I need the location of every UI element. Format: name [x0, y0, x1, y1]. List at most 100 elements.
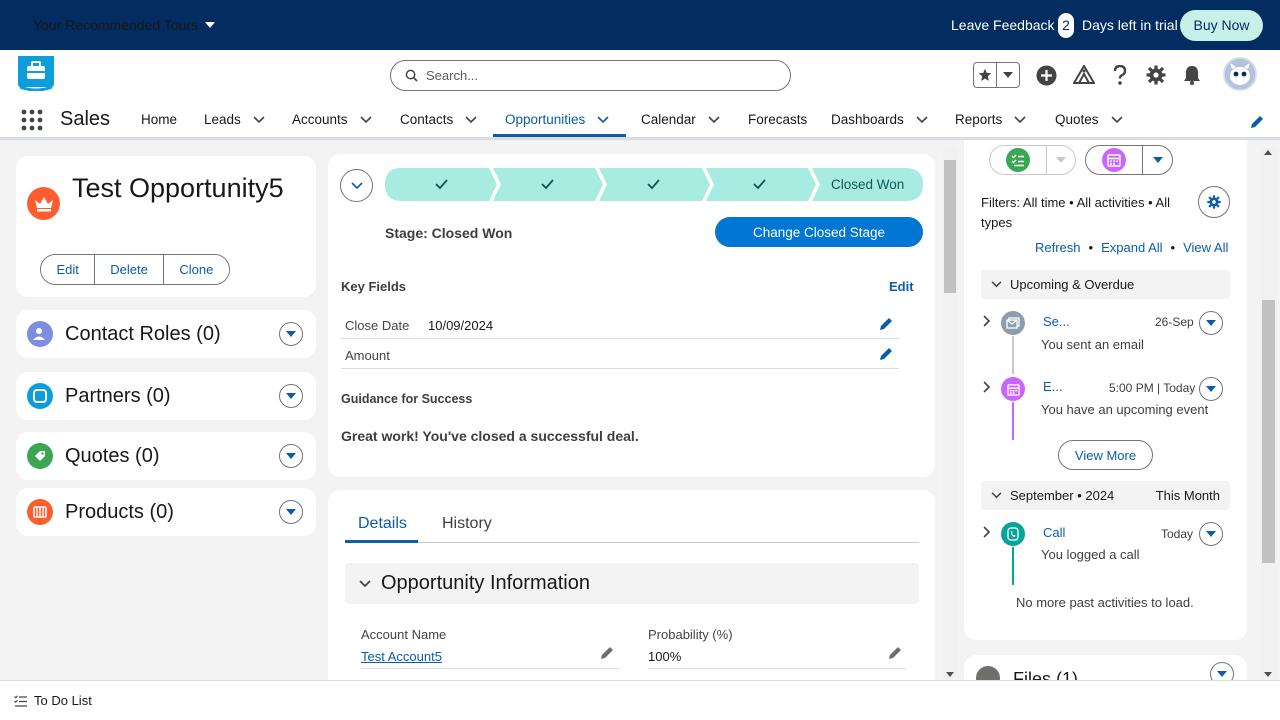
- chevron-down-icon[interactable]: [279, 500, 303, 524]
- search-placeholder: Search...: [426, 68, 479, 83]
- trial-days-count: 2: [1058, 13, 1074, 38]
- new-task-icon[interactable]: [990, 146, 1046, 174]
- todo-list-utility[interactable]: To Do List: [14, 693, 92, 708]
- edit-pencil-icon[interactable]: [879, 347, 893, 361]
- buy-now-button[interactable]: Buy Now: [1180, 10, 1263, 41]
- utility-bar: [0, 680, 1280, 720]
- nav-item-leads[interactable]: Leads: [204, 112, 265, 127]
- user-avatar[interactable]: [1223, 57, 1257, 91]
- clone-button[interactable]: Clone: [162, 255, 229, 284]
- path-step-1[interactable]: [385, 168, 497, 201]
- tab-details[interactable]: Details: [358, 515, 407, 533]
- new-task-button-group[interactable]: [989, 145, 1076, 175]
- chevron-down-icon[interactable]: [1014, 115, 1026, 124]
- opportunity-crown-icon: [27, 187, 60, 220]
- chevron-down-icon[interactable]: [359, 115, 372, 124]
- key-fields-edit-link[interactable]: Edit: [889, 279, 914, 294]
- refresh-link[interactable]: Refresh: [1035, 240, 1081, 255]
- nav-label: Leads: [204, 112, 241, 127]
- activity-title-link[interactable]: Call: [1043, 525, 1065, 540]
- chevron-down-icon[interactable]: [1199, 377, 1223, 401]
- section-header-opportunity-information[interactable]: Opportunity Information: [345, 563, 919, 604]
- add-icon[interactable]: [1035, 64, 1057, 86]
- chevron-down-icon[interactable]: [279, 384, 303, 408]
- account-name-link[interactable]: Test Account5: [361, 649, 442, 664]
- chevron-down-icon[interactable]: [991, 492, 1002, 499]
- separator-dot: •: [1170, 240, 1176, 255]
- upcoming-overdue-section[interactable]: Upcoming & Overdue: [981, 270, 1230, 299]
- related-list-title[interactable]: Partners (0): [65, 385, 171, 408]
- chevron-down-icon[interactable]: [253, 115, 265, 124]
- help-icon[interactable]: [1109, 64, 1131, 86]
- leave-feedback-link[interactable]: Leave Feedback: [951, 17, 1055, 33]
- trailhead-icon[interactable]: [1073, 64, 1095, 86]
- tab-history[interactable]: History: [442, 515, 492, 533]
- chevron-down-icon[interactable]: [359, 579, 371, 588]
- new-event-button-group[interactable]: [1085, 145, 1173, 175]
- chevron-right-icon[interactable]: [983, 526, 991, 538]
- activity-title-link[interactable]: E...: [1043, 379, 1063, 394]
- related-list-title[interactable]: Contact Roles (0): [65, 323, 221, 346]
- favorites-button-group[interactable]: [973, 62, 1020, 88]
- setup-gear-icon[interactable]: [1145, 64, 1167, 86]
- month-section[interactable]: September • 2024 This Month: [981, 481, 1230, 510]
- chevron-down-icon[interactable]: [1110, 115, 1123, 124]
- change-closed-stage-button[interactable]: Change Closed Stage: [715, 217, 923, 247]
- chevron-down-icon[interactable]: [1199, 522, 1223, 546]
- related-list-title[interactable]: Products (0): [65, 501, 174, 524]
- chevron-down-icon[interactable]: [708, 115, 720, 124]
- scroll-down-arrow[interactable]: [1264, 672, 1272, 677]
- filter-settings-gear-icon[interactable]: [1198, 186, 1230, 218]
- guidance-text: Great work! You've closed a successful d…: [341, 428, 639, 444]
- star-icon[interactable]: [974, 63, 997, 87]
- expand-all-link[interactable]: Expand All: [1101, 240, 1162, 255]
- nav-item-calendar[interactable]: Calendar: [641, 112, 720, 127]
- nav-item-contacts[interactable]: Contacts: [400, 112, 477, 127]
- chevron-down-icon[interactable]: [279, 444, 303, 468]
- chevron-down-icon[interactable]: [597, 115, 609, 124]
- chevron-right-icon[interactable]: [983, 315, 991, 327]
- chevron-down-icon[interactable]: [279, 322, 303, 346]
- event-icon: [1001, 377, 1025, 401]
- chevron-down-icon[interactable]: [465, 115, 477, 124]
- chevron-down-icon[interactable]: [1046, 146, 1075, 174]
- nav-item-reports[interactable]: Reports: [955, 112, 1026, 127]
- scroll-down-arrow[interactable]: [946, 672, 954, 677]
- nav-item-quotes[interactable]: Quotes: [1055, 112, 1123, 127]
- nav-item-accounts[interactable]: Accounts: [292, 112, 372, 127]
- edit-pencil-icon[interactable]: [600, 646, 614, 660]
- view-more-button[interactable]: View More: [1058, 440, 1153, 470]
- nav-label: Dashboards: [831, 112, 904, 127]
- nav-item-opportunities[interactable]: Opportunities: [505, 112, 609, 127]
- notifications-bell-icon[interactable]: [1181, 64, 1203, 86]
- nav-item-dashboards[interactable]: Dashboards: [831, 112, 928, 127]
- delete-button[interactable]: Delete: [94, 255, 163, 284]
- trial-days-text: Days left in trial: [1082, 17, 1178, 33]
- related-list-title[interactable]: Quotes (0): [65, 445, 159, 468]
- todo-list-label: To Do List: [34, 693, 92, 708]
- nav-item-home[interactable]: Home: [141, 112, 177, 127]
- path-collapse-toggle[interactable]: [340, 169, 373, 202]
- view-all-link[interactable]: View All: [1183, 240, 1228, 255]
- activity-title-link[interactable]: Se...: [1043, 314, 1070, 329]
- field-label: Close Date: [345, 318, 410, 333]
- edit-nav-pencil-icon[interactable]: [1250, 115, 1264, 129]
- edit-pencil-icon[interactable]: [888, 646, 902, 660]
- chevron-right-icon[interactable]: [983, 381, 991, 393]
- app-launcher-icon[interactable]: [21, 109, 43, 131]
- global-search-input[interactable]: Search...: [390, 60, 791, 91]
- chevron-down-icon[interactable]: [1199, 311, 1223, 335]
- main-scrollbar-thumb[interactable]: [944, 160, 956, 293]
- scroll-up-arrow[interactable]: [1264, 150, 1272, 155]
- nav-item-forecasts[interactable]: Forecasts: [748, 112, 807, 127]
- chevron-down-icon[interactable]: [997, 63, 1019, 87]
- sidebar-scrollbar-thumb[interactable]: [1262, 300, 1275, 563]
- edit-pencil-icon[interactable]: [879, 317, 893, 331]
- recommended-tours-menu[interactable]: Your Recommended Tours: [33, 17, 215, 33]
- new-event-icon[interactable]: [1086, 146, 1142, 174]
- chevron-down-icon[interactable]: [1142, 146, 1172, 174]
- edit-button[interactable]: Edit: [41, 255, 95, 284]
- chevron-down-icon[interactable]: [916, 115, 928, 124]
- app-logo[interactable]: [16, 56, 56, 91]
- chevron-down-icon[interactable]: [991, 281, 1002, 288]
